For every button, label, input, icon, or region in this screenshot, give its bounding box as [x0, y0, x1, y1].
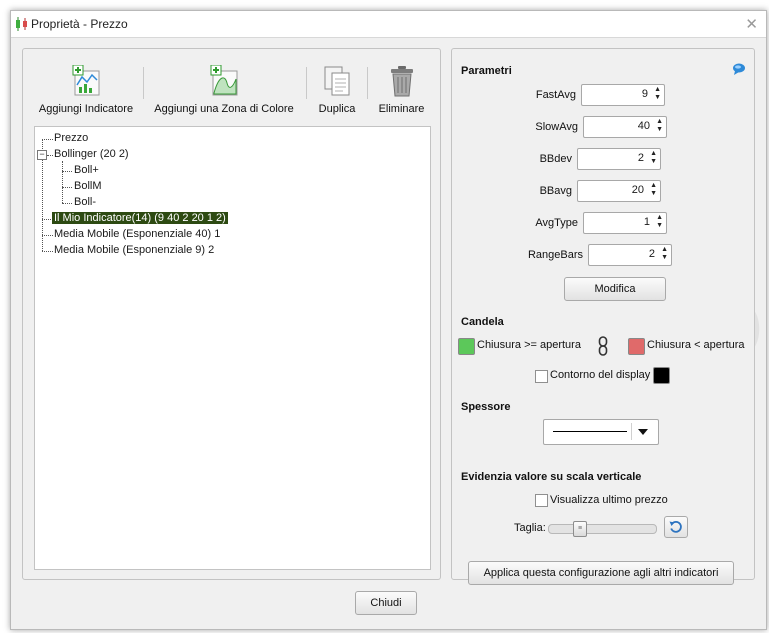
toolbar-separator — [143, 67, 144, 99]
duplicate-icon — [324, 66, 350, 96]
spinner-arrows-icon[interactable]: ▲ ▼ — [650, 182, 657, 198]
outline-label: Contorno del display — [550, 369, 651, 381]
param-spinner-bbdev[interactable]: 2 ▲ ▼ — [577, 148, 661, 170]
param-label-rangebars: RangeBars — [527, 249, 583, 261]
add-color-zone-icon — [210, 65, 238, 96]
spinner-arrows-icon[interactable]: ▲ ▼ — [656, 214, 663, 230]
spinner-arrows-icon[interactable]: ▲ ▼ — [654, 86, 661, 102]
add-color-zone-label: Aggiungi una Zona di Colore — [154, 103, 294, 115]
add-indicator-label: Aggiungi Indicatore — [38, 103, 134, 115]
tree-line — [42, 235, 53, 236]
properties-dialog: Proprietà - Prezzo ✕ DEMO VERSION Aggiun… — [10, 10, 769, 630]
param-value-bbdev: 2 — [637, 152, 644, 164]
close-button[interactable]: Chiudi — [355, 591, 417, 615]
close-icon[interactable]: ✕ — [745, 15, 758, 33]
delete-label: Eliminare — [378, 103, 425, 115]
title-bar: Proprietà - Prezzo ✕ — [11, 11, 766, 38]
thickness-dropdown[interactable] — [543, 419, 659, 445]
tree-item-boll-minus[interactable]: Boll- — [74, 196, 96, 208]
tree-line — [62, 171, 72, 172]
parameters-title: Parametri — [461, 65, 512, 77]
tree-item-bollinger[interactable]: Bollinger (20 2) — [54, 148, 129, 160]
chevron-down-icon — [638, 429, 648, 435]
show-last-price-checkbox[interactable] — [535, 494, 548, 507]
spinner-arrows-icon[interactable]: ▲ ▼ — [661, 246, 668, 262]
tree-line — [42, 251, 53, 252]
add-indicator-button[interactable]: Aggiungi Indicatore — [28, 65, 144, 115]
link-chain-icon[interactable] — [598, 336, 608, 356]
tree-item-boll-m[interactable]: BollM — [74, 180, 102, 192]
dropdown-button[interactable] — [631, 423, 654, 440]
tree-line — [62, 161, 63, 203]
outline-color-swatch[interactable] — [653, 367, 670, 384]
param-spinner-avgtype[interactable]: 1 ▲ ▼ — [583, 212, 667, 234]
param-label-bbavg: BBavg — [539, 185, 572, 197]
param-spinner-rangebars[interactable]: 2 ▲ ▼ — [588, 244, 672, 266]
param-value-avgtype: 1 — [643, 216, 650, 228]
tree-line — [62, 187, 72, 188]
spinner-arrows-icon[interactable]: ▲ ▼ — [650, 150, 657, 166]
param-spinner-bbavg[interactable]: 20 ▲ ▼ — [577, 180, 661, 202]
delete-button[interactable]: Eliminare — [373, 65, 430, 115]
tree-item-media-mobile-40[interactable]: Media Mobile (Esponenziale 40) 1 — [54, 228, 220, 240]
toolbar-separator — [306, 67, 307, 99]
param-label-slowavg: SlowAvg — [535, 121, 578, 133]
param-label-avgtype: AvgType — [535, 217, 578, 229]
up-color-swatch[interactable] — [458, 338, 475, 355]
properties-panel: Parametri FastAvg 9 ▲ ▼ SlowAvg 40 ▲ ▼ BBd… — [451, 48, 755, 585]
add-indicator-icon — [72, 65, 100, 96]
tree-line — [47, 155, 53, 156]
param-spinner-slowavg[interactable]: 40 ▲ ▼ — [583, 116, 667, 138]
tree-item-il-mio-indicatore[interactable]: Il Mio Indicatore(14) (9 40 2 20 1 2) — [52, 212, 228, 224]
outline-checkbox[interactable] — [535, 370, 548, 383]
indicator-tree[interactable]: Prezzo − Bollinger (20 2) Boll+ BollM Bo… — [34, 126, 431, 570]
reset-size-button[interactable] — [664, 516, 688, 538]
thickness-line-preview — [553, 431, 627, 432]
collapse-icon[interactable]: − — [37, 150, 47, 160]
tree-item-prezzo[interactable]: Prezzo — [54, 132, 88, 144]
size-slider[interactable]: ≡ — [548, 521, 657, 537]
window-title: Proprietà - Prezzo — [31, 17, 128, 31]
size-label: Taglia: — [514, 522, 546, 534]
candlestick-app-icon — [16, 17, 27, 31]
tree-line — [42, 139, 53, 140]
show-last-price-label: Visualizza ultimo prezzo — [550, 494, 668, 506]
add-color-zone-button[interactable]: Aggiungi una Zona di Colore — [149, 65, 299, 115]
reset-icon — [669, 520, 682, 533]
down-color-swatch[interactable] — [628, 338, 645, 355]
param-label-bbdev: BBdev — [539, 153, 572, 165]
param-value-bbavg: 20 — [631, 184, 644, 196]
tree-line — [62, 203, 72, 204]
param-value-slowavg: 40 — [637, 120, 650, 132]
chat-bubble-icon[interactable] — [732, 63, 746, 75]
slider-thumb[interactable]: ≡ — [573, 521, 587, 537]
trash-icon — [390, 66, 413, 97]
tree-item-boll-plus[interactable]: Boll+ — [74, 164, 99, 176]
candle-title: Candela — [461, 316, 504, 328]
vertical-scale-title: Evidenzia valore su scala verticale — [461, 471, 642, 483]
param-label-fastavg: FastAvg — [535, 89, 576, 101]
duplicate-label: Duplica — [318, 103, 356, 115]
duplicate-button[interactable]: Duplica — [311, 65, 363, 115]
spinner-arrows-icon[interactable]: ▲ ▼ — [656, 118, 663, 134]
thickness-title: Spessore — [461, 401, 511, 413]
apply-to-all-button[interactable]: Applica questa configurazione agli altri… — [468, 561, 734, 585]
modify-button[interactable]: Modifica — [564, 277, 666, 301]
param-spinner-fastavg[interactable]: 9 ▲ ▼ — [581, 84, 665, 106]
up-color-label: Chiusura >= apertura — [477, 339, 581, 351]
param-value-fastavg: 9 — [641, 88, 648, 100]
indicators-panel: Aggiungi Indicatore Aggiungi una Zona di… — [22, 48, 441, 580]
tree-item-media-mobile-9[interactable]: Media Mobile (Esponenziale 9) 2 — [54, 244, 214, 256]
toolbar-separator — [367, 67, 368, 99]
param-value-rangebars: 2 — [648, 248, 655, 260]
down-color-label: Chiusura < apertura — [647, 339, 745, 351]
